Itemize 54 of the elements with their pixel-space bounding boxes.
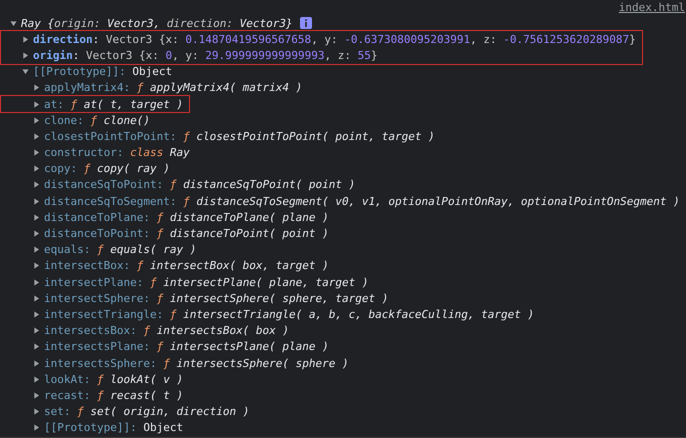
method-line: intersectsBox: ƒ intersectsBox( box ) [44, 324, 290, 338]
expand-triangle-icon[interactable] [33, 408, 40, 416]
method-line: applyMatrix4: ƒ applyMatrix4( matrix4 ) [44, 81, 302, 94]
prototype-line: [[Prototype]]: Object [44, 421, 184, 434]
expand-triangle-icon[interactable] [33, 424, 40, 432]
constructor-line: constructor: class Ray [44, 146, 190, 160]
expand-triangle-icon[interactable] [33, 327, 40, 334]
expand-triangle-icon[interactable] [33, 84, 40, 92]
expand-triangle-icon[interactable] [33, 230, 40, 238]
expand-triangle-icon[interactable] [33, 376, 40, 383]
expand-triangle-icon[interactable] [33, 149, 40, 156]
expand-triangle-icon[interactable] [33, 294, 40, 302]
expand-triangle-icon[interactable] [33, 181, 40, 188]
method-line: intersectsPlane: ƒ intersectsPlane( plane ) [44, 340, 329, 354]
expand-triangle-icon[interactable] [33, 198, 40, 205]
method-line: intersectsSphere: ƒ intersectsSphere( sphere ) [44, 356, 349, 370]
expand-triangle-icon[interactable] [33, 278, 40, 286]
method-line: distanceSqToPoint: ƒ distanceSqToPoint( point ) [44, 178, 356, 192]
method-line: distanceSqToSegment: ƒ distanceSqToSegment( v0, v1, optionalPointOnRay, optionalPointOnSegment ) [44, 194, 680, 208]
info-icon[interactable] [300, 17, 312, 30]
expand-triangle-icon[interactable] [22, 52, 29, 59]
expand-triangle-icon[interactable] [33, 165, 40, 172]
expand-triangle-icon[interactable] [33, 392, 40, 399]
expand-triangle-icon[interactable] [33, 132, 40, 140]
method-line: copy: ƒ copy( ray ) [44, 162, 170, 176]
method-line: distanceToPoint: ƒ distanceToPoint( point ) [44, 227, 329, 240]
expand-triangle-icon[interactable] [33, 262, 40, 270]
collapse-triangle-icon[interactable] [10, 20, 17, 27]
object-summary: Ray {origin: Vector3, direction: Vector3} [21, 16, 293, 30]
property-line: origin: Vector3 {x: 0, y: 29.999999999999993, z: 55} [33, 48, 378, 62]
property-line: direction: Vector3 {x: 0.14870419596567658, y: -0.6373080095203991, z: -0.7561253620289087} [33, 32, 636, 46]
method-line: equals: ƒ equals( ray ) [44, 243, 196, 256]
method-line: intersectTriangle: ƒ intersectTriangle( a, b, c, backfaceCulling, target ) [44, 308, 534, 321]
method-line: at: ƒ at( t, target ) [44, 98, 184, 111]
collapse-triangle-icon[interactable] [22, 68, 29, 76]
expand-triangle-icon[interactable] [33, 360, 40, 367]
expand-triangle-icon[interactable] [33, 343, 40, 350]
prototype-line: [[Prototype]]: Object [33, 65, 172, 78]
method-line: closestPointToPoint: ƒ closestPointToPoint( point, target ) [44, 130, 435, 143]
expand-triangle-icon[interactable] [33, 116, 40, 124]
method-line: intersectSphere: ƒ intersectSphere( sphere, target ) [44, 292, 388, 305]
expand-triangle-icon[interactable] [33, 214, 40, 221]
method-line: intersectPlane: ƒ intersectPlane( plane, target ) [44, 276, 369, 289]
method-line: lookAt: ƒ lookAt( v ) [44, 372, 184, 386]
method-line: set: ƒ set( origin, direction ) [44, 405, 250, 418]
expand-triangle-icon[interactable] [33, 246, 40, 254]
expand-triangle-icon[interactable] [33, 310, 40, 318]
method-line: clone: ƒ clone() [44, 114, 150, 127]
expand-triangle-icon[interactable] [33, 100, 40, 108]
method-line: distanceToPlane: ƒ distanceToPlane( plane ) [44, 210, 329, 224]
expand-triangle-icon[interactable] [22, 36, 29, 43]
method-line: recast: ƒ recast( t ) [44, 388, 184, 402]
method-line: intersectBox: ƒ intersectBox( box, target ) [44, 259, 329, 272]
source-link[interactable]: index.html [618, 0, 685, 15]
